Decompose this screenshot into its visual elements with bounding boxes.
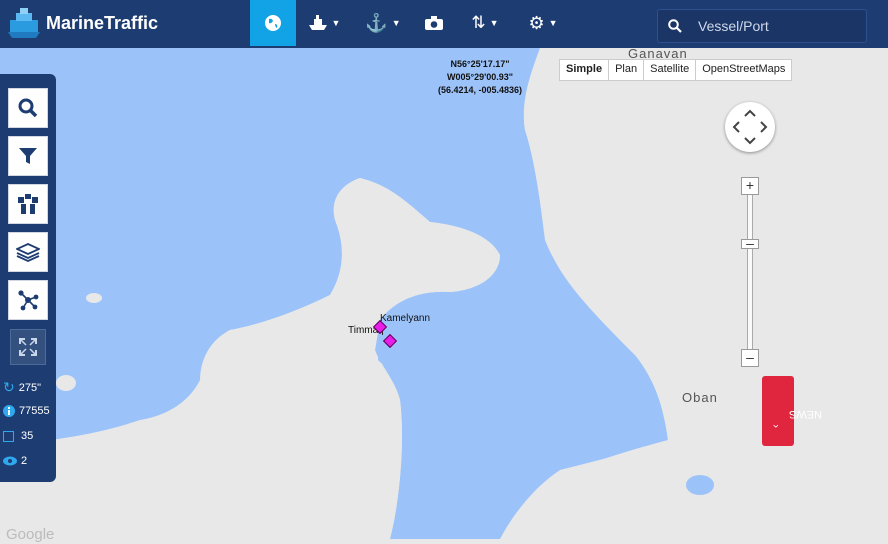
- camera-icon: [425, 16, 443, 30]
- anchor-icon: ⚓: [365, 12, 388, 33]
- tool-layers-button[interactable]: [8, 232, 48, 272]
- map-type-selector: Simple Plan Satellite OpenStreetMaps: [559, 59, 793, 81]
- place-label-oban: Oban: [682, 390, 718, 405]
- stat-eye-value: 2: [21, 455, 28, 467]
- chevron-down-icon: ▼: [331, 18, 341, 28]
- zoom-slider-track[interactable]: [747, 194, 753, 352]
- news-label: NEWS: [789, 408, 822, 420]
- tool-network-button[interactable]: [8, 280, 48, 320]
- globe-icon: [265, 15, 281, 31]
- lake: [686, 475, 714, 495]
- pan-arrows-icon: [732, 109, 768, 145]
- google-attribution: Google: [6, 526, 55, 543]
- map-type-osm[interactable]: OpenStreetMaps: [696, 60, 791, 80]
- ship-label-kamelyann: Kamelyann: [380, 313, 431, 324]
- zoom-in-button[interactable]: +: [741, 177, 759, 195]
- filter-icon: [19, 148, 37, 164]
- marinetraffic-logo-icon: [8, 8, 40, 38]
- square-icon: [3, 430, 14, 442]
- stat-info-value: 77555: [19, 405, 50, 417]
- map-type-plan[interactable]: Plan: [609, 60, 645, 80]
- zoom-slider-handle[interactable]: –: [741, 236, 759, 250]
- tool-fullscreen-button[interactable]: [10, 329, 46, 365]
- nav-settings[interactable]: ⚙ ▼: [520, 0, 566, 46]
- ship-icon: [308, 15, 327, 30]
- coord-lon: W005°29'00.93": [446, 72, 514, 82]
- tool-search-button[interactable]: [8, 88, 48, 128]
- fleet-icon: [18, 194, 38, 214]
- stat-refresh-value: 275": [18, 381, 41, 394]
- nav-services[interactable]: ⇅ ▼: [462, 0, 508, 46]
- nav-ports[interactable]: ⚓ ▼: [360, 0, 406, 46]
- coord-lat: N56°25'17.17": [450, 59, 510, 69]
- top-navbar: MarineTraffic ▼ ⚓ ▼ ⇅ ▼ ⚙ ▼: [0, 0, 888, 48]
- search-input[interactable]: [696, 17, 850, 35]
- layers-icon: [16, 243, 40, 262]
- info-icon: [3, 405, 15, 417]
- chevron-down-icon: ▼: [548, 18, 558, 28]
- pan-control[interactable]: [725, 102, 775, 152]
- stat-eye: 2: [3, 455, 27, 467]
- brand[interactable]: MarineTraffic: [8, 8, 158, 38]
- refresh-icon: ↻: [3, 379, 15, 395]
- map-tools-sidebar: ↻ 275" 77555 35 2: [0, 74, 56, 482]
- search-icon: [18, 98, 38, 118]
- fullscreen-icon: [19, 338, 37, 356]
- stat-square-value: 35: [21, 430, 34, 442]
- tool-filter-button[interactable]: [8, 136, 48, 176]
- chevron-down-icon: ▼: [489, 18, 499, 28]
- tool-fleet-button[interactable]: [8, 184, 48, 224]
- island: [56, 375, 76, 391]
- stat-refresh: ↻ 275": [3, 379, 41, 396]
- chevron-down-icon: ▼: [391, 18, 401, 28]
- nav-photos[interactable]: [418, 0, 450, 46]
- news-tab[interactable]: NEWS ‹: [762, 376, 822, 446]
- zoom-out-button[interactable]: –: [741, 349, 759, 367]
- eye-icon: [3, 456, 17, 466]
- nav-live-map[interactable]: [250, 0, 296, 46]
- gear-icon: ⚙: [528, 12, 545, 33]
- network-icon: [18, 290, 39, 311]
- map-type-simple[interactable]: Simple: [560, 60, 610, 80]
- search-icon: [668, 19, 682, 33]
- sync-icon: ⇅: [471, 13, 486, 32]
- search-box: [657, 9, 867, 43]
- island: [86, 293, 102, 303]
- coordinate-readout: N56°25'17.17" W005°29'00.93" (56.4214, -…: [430, 58, 530, 97]
- coord-decimal: (56.4214, -005.4836): [437, 85, 523, 95]
- app-title: MarineTraffic: [46, 12, 159, 33]
- stat-info: 77555: [3, 405, 50, 417]
- stat-square: 35: [3, 430, 33, 442]
- map-type-satellite[interactable]: Satellite: [644, 60, 697, 80]
- nav-vessels[interactable]: ▼: [300, 0, 348, 46]
